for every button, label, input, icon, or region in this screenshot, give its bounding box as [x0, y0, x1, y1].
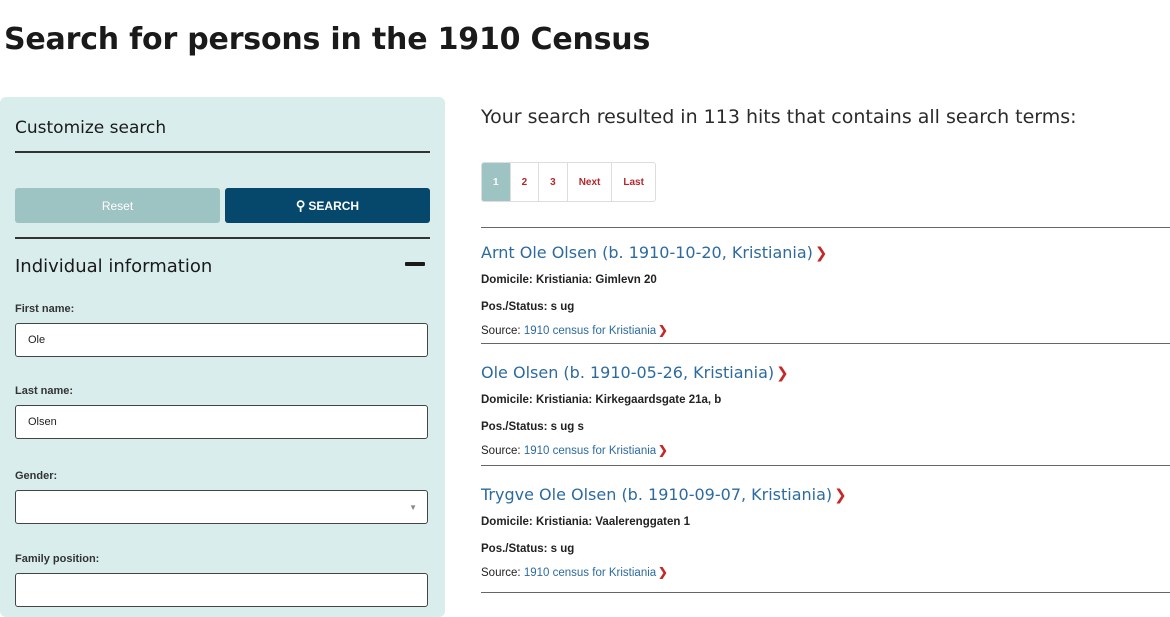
first-name-value: Ole [28, 334, 46, 346]
gender-select[interactable]: ▼ [15, 490, 428, 524]
result-divider [481, 465, 1170, 466]
result-status: Pos./Status: s ug s [481, 421, 584, 433]
result-name: Ole Olsen (b. 1910-05-26, Kristiania) [481, 363, 775, 382]
result-name-link[interactable]: Ole Olsen (b. 1910-05-26, Kristiania) ❯ [481, 363, 789, 382]
last-page-link[interactable]: Last [612, 163, 655, 201]
last-name-input[interactable]: Olsen [15, 405, 428, 439]
search-button-label: SEARCH [308, 198, 360, 213]
result-name-link[interactable]: Arnt Ole Olsen (b. 1910-10-20, Kristiani… [481, 243, 827, 262]
search-sidebar [0, 97, 445, 617]
gender-label: Gender: [15, 470, 58, 482]
page-3-link[interactable]: 3 [539, 163, 568, 201]
next-page-link[interactable]: Next [568, 163, 613, 201]
last-name-label: Last name: [15, 385, 74, 397]
result-domicile: Domicile: Kristiania: Vaalerenggaten 1 [481, 516, 690, 528]
result-item: Ole Olsen (b. 1910-05-26, Kristiania) ❯ D… [481, 363, 789, 457]
first-name-input[interactable]: Ole [15, 323, 428, 357]
result-item: Trygve Ole Olsen (b. 1910-09-07, Kristia… [481, 485, 847, 579]
pagination: 1 2 3 Next Last [481, 162, 656, 202]
divider [15, 237, 430, 239]
minus-icon[interactable] [405, 262, 425, 266]
result-source: Source: 1910 census for Kristiania ❯ [481, 443, 668, 457]
reset-button-label: Reset [101, 198, 134, 213]
source-prefix: Source: [481, 445, 521, 457]
first-name-label: First name: [15, 303, 75, 315]
result-domicile: Domicile: Kristiania: Kirkegaardsgate 21… [481, 394, 722, 406]
page-2-link[interactable]: 2 [511, 163, 540, 201]
source-link[interactable]: 1910 census for Kristiania [524, 567, 656, 579]
source-prefix: Source: [481, 325, 521, 337]
chevron-down-icon: ▼ [409, 503, 417, 512]
result-name-link[interactable]: Trygve Ole Olsen (b. 1910-09-07, Kristia… [481, 485, 847, 504]
customize-search-title: Customize search [15, 118, 167, 138]
result-status: Pos./Status: s ug [481, 301, 575, 313]
source-link[interactable]: 1910 census for Kristiania [524, 325, 656, 337]
family-position-label: Family position: [15, 553, 100, 565]
search-button[interactable]: ⚲ SEARCH [225, 188, 430, 223]
page-1-link[interactable]: 1 [482, 163, 511, 201]
divider [15, 151, 430, 153]
chevron-right-icon: ❯ [658, 567, 668, 579]
source-prefix: Source: [481, 567, 521, 579]
result-domicile: Domicile: Kristiania: Gimlevn 20 [481, 274, 657, 286]
result-divider [481, 343, 1170, 344]
result-name: Arnt Ole Olsen (b. 1910-10-20, Kristiani… [481, 243, 813, 262]
result-source: Source: 1910 census for Kristiania ❯ [481, 565, 668, 579]
results-summary: Your search resulted in 113 hits that co… [481, 106, 1077, 128]
result-item: Arnt Ole Olsen (b. 1910-10-20, Kristiani… [481, 243, 827, 337]
chevron-right-icon: ❯ [658, 325, 668, 337]
chevron-right-icon: ❯ [658, 445, 668, 457]
reset-button[interactable]: Reset [15, 188, 220, 223]
chevron-right-icon: ❯ [834, 486, 847, 504]
result-source: Source: 1910 census for Kristiania ❯ [481, 323, 668, 337]
result-divider [481, 592, 1170, 593]
search-icon: ⚲ [295, 197, 306, 213]
source-link[interactable]: 1910 census for Kristiania [524, 445, 656, 457]
result-name: Trygve Ole Olsen (b. 1910-09-07, Kristia… [481, 485, 833, 504]
individual-information-header[interactable]: Individual information [15, 256, 212, 277]
chevron-right-icon: ❯ [814, 244, 828, 262]
page-title: Search for persons in the 1910 Census [4, 22, 651, 57]
result-status: Pos./Status: s ug [481, 543, 575, 555]
family-position-select[interactable] [15, 573, 428, 607]
last-name-value: Olsen [28, 416, 57, 428]
chevron-right-icon: ❯ [776, 364, 789, 382]
result-divider [481, 227, 1170, 228]
